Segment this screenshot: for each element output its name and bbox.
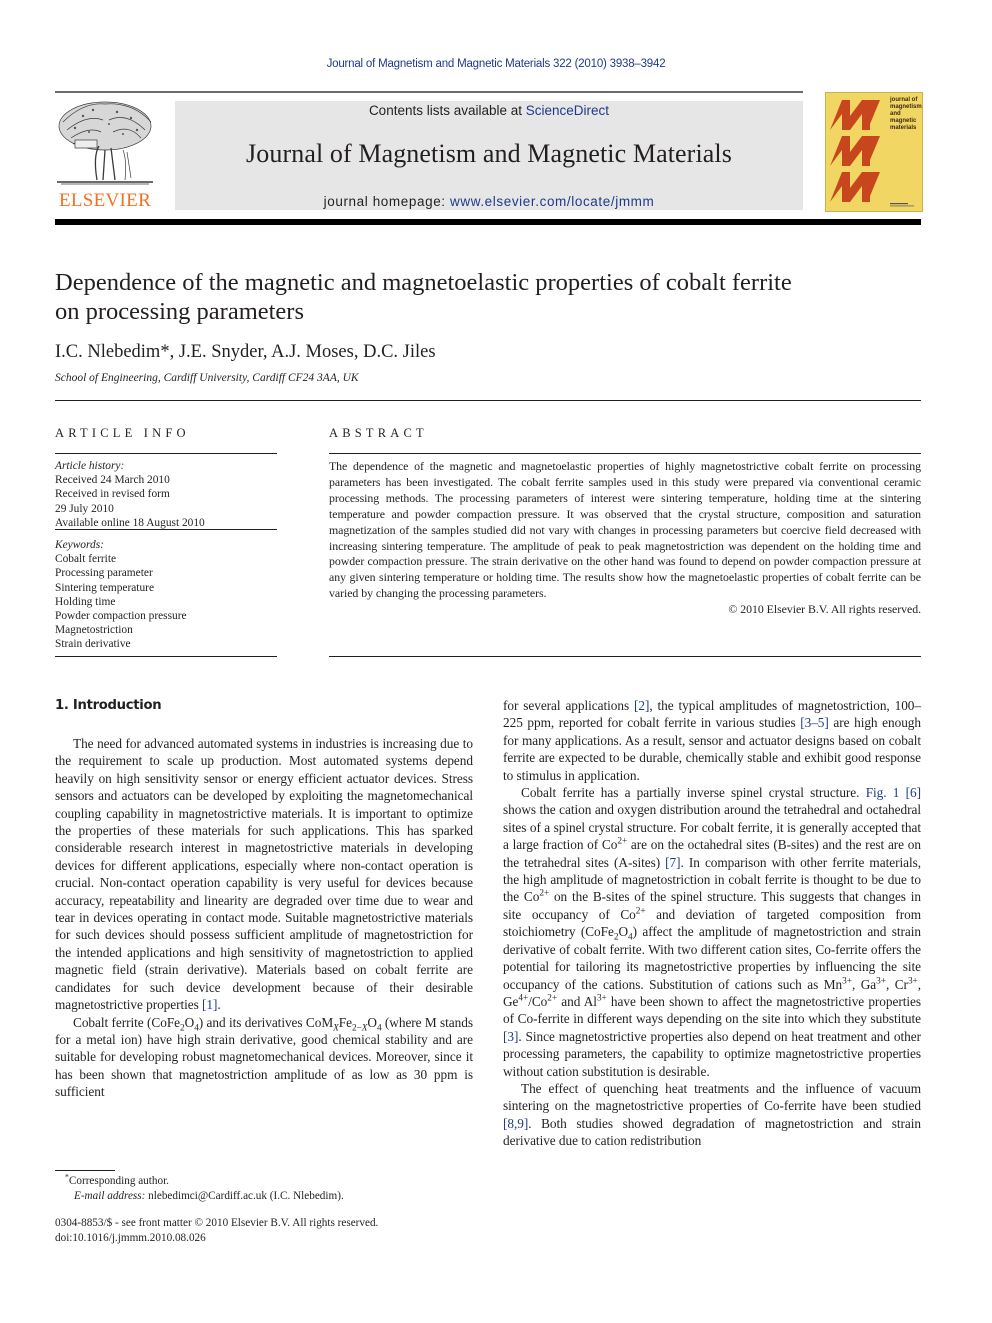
paragraph-text: for several applications [503, 698, 634, 713]
intro-paragraph: for several applications [2], the typica… [503, 697, 921, 784]
sciencedirect-link[interactable]: ScienceDirect [526, 103, 609, 118]
mmm-logo-icon [830, 100, 880, 202]
keywords-rule [55, 656, 277, 657]
paragraph-text: . Since magnetostrictive properties also… [503, 1028, 921, 1079]
contents-prefix: Contents lists available at [368, 103, 526, 118]
running-head[interactable]: Journal of Magnetism and Magnetic Materi… [0, 58, 992, 70]
paragraph-text: Cobalt ferrite (CoFe [73, 1014, 181, 1030]
keyword-item: Cobalt ferrite [55, 553, 117, 566]
doi-line[interactable]: doi:10.1016/j.jmmm.2010.08.026 [55, 1231, 378, 1246]
journal-title: Journal of Magnetism and Magnetic Materi… [246, 139, 732, 168]
history-item: Received 24 March 2010 [55, 474, 170, 487]
abstract-rule [329, 453, 921, 454]
abstract-text: The dependence of the magnetic and magne… [329, 459, 921, 601]
paragraph-text: Cobalt ferrite has a partially inverse s… [521, 785, 866, 801]
citation-link[interactable]: [8,9] [503, 1116, 528, 1131]
keyword-item: Magnetostriction [55, 624, 133, 637]
figure-link[interactable]: Fig. 1 [866, 785, 900, 800]
paragraph-text: The need for advanced automated systems … [55, 736, 473, 1013]
article-info-heading: ARTICLE INFO [55, 426, 190, 440]
paragraph-text: have been shown to affect the magnetostr… [503, 993, 921, 1027]
history-rule [55, 529, 277, 530]
footnotes: *Corresponding author. E-mail address: n… [55, 1172, 344, 1204]
paragraph-text: . Both studies showed degradation of mag… [503, 1115, 921, 1149]
journal-homepage-link[interactable]: www.elsevier.com/locate/jmmm [450, 194, 654, 209]
keyword-item: Powder compaction pressure [55, 610, 187, 623]
citation-link[interactable]: [6] [906, 785, 921, 800]
paragraph-text: The effect of quenching heat treatments … [503, 1080, 921, 1114]
cover-journal-name: journal of magnetism and magnetic materi… [890, 97, 922, 131]
left-column: The need for advanced automated systems … [55, 735, 473, 1101]
keyword-item: Processing parameter [55, 567, 153, 580]
abstract-bottom-rule [329, 656, 921, 657]
header-rule [55, 91, 803, 93]
citation-link[interactable]: [3] [503, 1029, 518, 1044]
keywords-list: Keywords: Cobalt ferrite Processing para… [55, 538, 277, 652]
affiliation-rule [55, 400, 921, 401]
right-column: for several applications [2], the typica… [503, 697, 921, 1150]
abstract-copyright: © 2010 Elsevier B.V. All rights reserved… [728, 602, 921, 617]
abstract-body: The dependence of the magnetic and magne… [329, 459, 921, 618]
intro-paragraph: The effect of quenching heat treatments … [503, 1080, 921, 1150]
article-history: Article history: Received 24 March 2010 … [55, 459, 277, 530]
corresponding-author-note: *Corresponding author. [65, 1172, 169, 1187]
article-authors[interactable]: I.C. Nlebedim*, J.E. Snyder, A.J. Moses,… [55, 342, 436, 363]
elsevier-wordmark: ELSEVIER [58, 190, 152, 211]
citation-link[interactable]: [2] [634, 698, 649, 713]
header-thick-rule [55, 219, 921, 225]
email-note: E-mail address: nlebedimci@Cardiff.ac.uk… [55, 1189, 344, 1204]
elsevier-tree-icon [57, 101, 153, 185]
citation-link[interactable]: [1] [202, 997, 217, 1012]
homepage-line: journal homepage: www.elsevier.com/locat… [175, 194, 803, 209]
intro-paragraph: Cobalt ferrite has a partially inverse s… [503, 785, 922, 1079]
citation-link[interactable]: [7] [665, 855, 680, 870]
article-info-rule [55, 453, 277, 454]
history-item: 29 July 2010 [55, 502, 114, 515]
history-item: Available online 18 August 2010 [55, 516, 205, 529]
journal-banner: Contents lists available at ScienceDirec… [175, 101, 803, 210]
footnote-text: Corresponding author. [68, 1175, 169, 1187]
cover-footer-mark [890, 203, 914, 207]
keyword-item: Sintering temperature [55, 581, 155, 594]
history-label: Article history: [55, 460, 125, 472]
keyword-item: Strain derivative [55, 638, 131, 651]
section-heading-introduction: 1. Introduction [55, 698, 162, 713]
citation-link[interactable]: [3–5] [800, 715, 829, 730]
footnote-rule [55, 1170, 115, 1171]
history-item: Received in revised form [55, 488, 170, 501]
email-address[interactable]: nlebedimci@Cardiff.ac.uk (I.C. Nlebedim)… [145, 1190, 344, 1202]
author-affiliation: School of Engineering, Cardiff Universit… [55, 372, 359, 384]
elsevier-logo[interactable]: ELSEVIER [53, 100, 173, 212]
contents-line: Contents lists available at ScienceDirec… [175, 103, 803, 118]
homepage-prefix: journal homepage: [323, 194, 451, 209]
article-title: Dependence of the magnetic and magnetoel… [55, 269, 792, 325]
paragraph-text: ) and its derivatives CoM [198, 1014, 334, 1030]
keywords-label: Keywords: [55, 539, 104, 551]
keyword-item: Holding time [55, 595, 116, 608]
intro-paragraph: The need for advanced automated systems … [55, 736, 473, 1013]
issn-line: 0304-8853/$ - see front matter © 2010 El… [55, 1217, 379, 1229]
abstract-heading: ABSTRACT [329, 426, 428, 440]
journal-cover-thumbnail[interactable]: journal of magnetism and magnetic materi… [825, 92, 923, 212]
issn-doi-block: 0304-8853/$ - see front matter © 2010 El… [55, 1216, 378, 1245]
email-label: E-mail address: [74, 1189, 146, 1202]
intro-paragraph: Cobalt ferrite (CoFe2O4) and its derivat… [55, 1014, 473, 1100]
